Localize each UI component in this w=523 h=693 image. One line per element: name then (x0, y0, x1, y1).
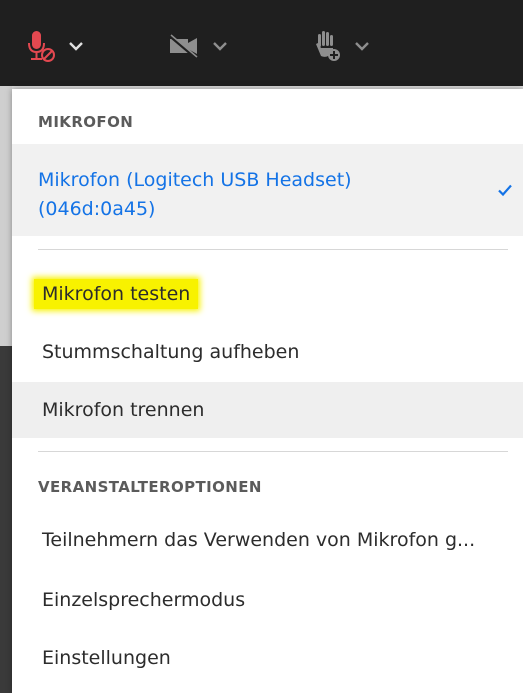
microphone-device-label: Mikrofon (Logitech USB Headset) (046d:0a… (38, 169, 352, 220)
chevron-down-icon (355, 42, 369, 51)
raise-hand-menu-button[interactable] (312, 28, 370, 64)
camera-off-icon (169, 34, 198, 60)
divider (38, 451, 508, 452)
chevron-down-icon (213, 42, 227, 51)
chevron-down-icon (69, 42, 83, 51)
microphone-dropdown-menu: MIKROFON Mikrofon (Logitech USB Headset)… (12, 89, 523, 693)
divider (38, 249, 508, 250)
section-header-microphone: MIKROFON (38, 113, 134, 131)
menu-item-unmute[interactable]: Stummschaltung aufheben (12, 324, 523, 380)
microphone-muted-icon (28, 31, 55, 62)
background-panel (0, 86, 12, 693)
meeting-toolbar (0, 0, 523, 86)
menu-item-settings[interactable]: Einstellungen (12, 630, 523, 686)
menu-item-single-speaker-mode[interactable]: Einzelsprechermodus (12, 572, 523, 628)
menu-item-participant-mic-rights[interactable]: Teilnehmern das Verwenden von Mikrofon g… (12, 512, 523, 568)
camera-menu-button[interactable] (168, 28, 228, 64)
menu-item-disconnect-microphone[interactable]: Mikrofon trennen (12, 382, 523, 438)
microphone-device-option[interactable]: Mikrofon (Logitech USB Headset) (046d:0a… (12, 144, 523, 236)
raise-hand-icon (316, 31, 340, 61)
menu-item-test-microphone[interactable]: Mikrofon testen (12, 266, 523, 322)
section-header-host-options: VERANSTALTEROPTIONEN (38, 478, 262, 496)
checkmark-icon (498, 184, 512, 197)
microphone-menu-button[interactable] (26, 28, 84, 64)
